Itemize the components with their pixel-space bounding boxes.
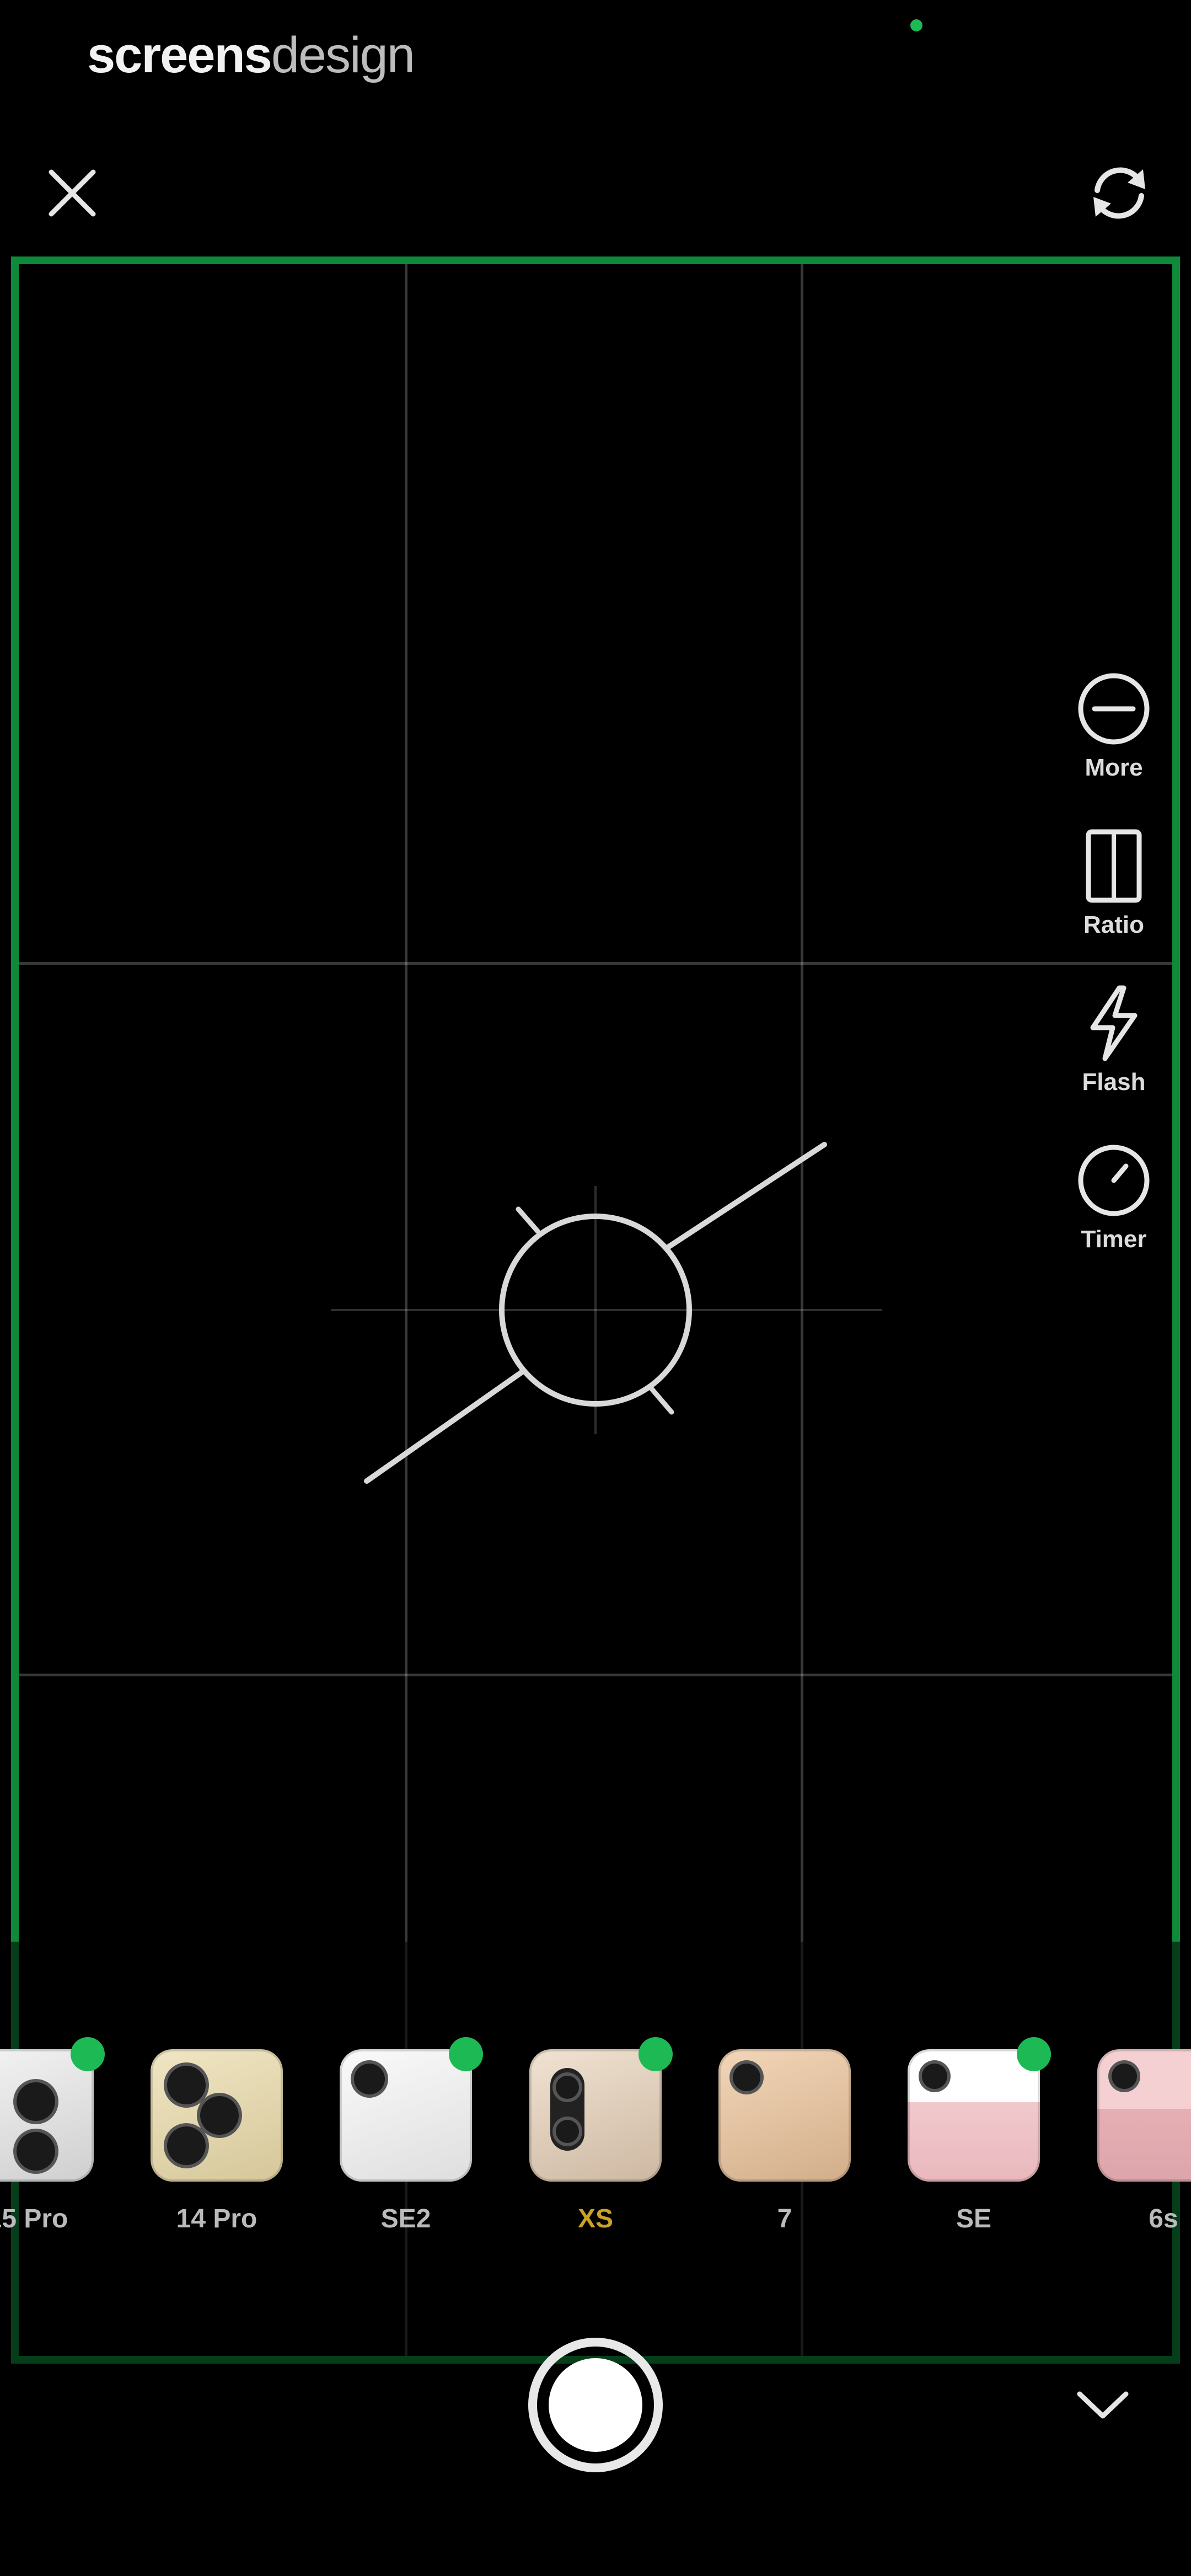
shutter-inner <box>549 2358 642 2452</box>
grid-line <box>19 962 1172 965</box>
new-badge <box>449 2037 483 2071</box>
chevron-down-icon <box>1077 2391 1129 2419</box>
close-button[interactable] <box>31 152 114 234</box>
device-item-7[interactable]: 7 <box>718 2049 851 2234</box>
side-tool-label: More <box>1085 754 1143 781</box>
shutter-button[interactable] <box>528 2338 663 2472</box>
close-icon <box>49 169 96 217</box>
device-item-15-pro[interactable]: 15 Pro <box>0 2037 105 2234</box>
side-tool-label: Timer <box>1081 1226 1147 1253</box>
device-name: 14 Pro <box>176 2204 257 2233</box>
level-indicator <box>331 1103 882 1533</box>
device-item-xs[interactable]: XS <box>529 2037 673 2234</box>
new-badge <box>71 2037 105 2071</box>
side-tool-ratio[interactable]: Ratio <box>1064 827 1163 939</box>
side-tool-label: Flash <box>1082 1068 1146 1095</box>
collapse-button[interactable] <box>1064 2366 1141 2444</box>
device-thumbnail <box>1097 2049 1191 2182</box>
device-item-se[interactable]: SE <box>908 2037 1051 2234</box>
rotate-camera-icon <box>1093 167 1145 219</box>
grid-line <box>19 1674 1172 1676</box>
flash-icon <box>1090 985 1138 1061</box>
device-thumbnail <box>718 2049 851 2182</box>
device-item-6s[interactable]: 6s <box>1097 2049 1191 2234</box>
device-name: 7 <box>777 2204 792 2233</box>
device-item-se2[interactable]: SE2 <box>340 2037 483 2234</box>
side-tool-label: Ratio <box>1083 911 1144 938</box>
side-tool-flash[interactable]: Flash <box>1064 985 1163 1096</box>
new-badge <box>1017 2037 1051 2071</box>
watermark-part1: screens <box>87 27 272 83</box>
ratio-icon <box>1086 829 1142 903</box>
device-thumbnail <box>908 2049 1040 2182</box>
watermark: screensdesign <box>87 26 415 84</box>
device-name: 15 Pro <box>0 2204 68 2233</box>
device-thumbnail <box>151 2049 283 2182</box>
device-name: SE <box>956 2204 992 2233</box>
new-badge <box>639 2037 673 2071</box>
more-icon <box>1078 673 1150 745</box>
status-dot <box>910 19 922 31</box>
device-name: SE2 <box>380 2204 431 2233</box>
side-tool-more[interactable]: More <box>1064 670 1163 782</box>
watermark-part2: design <box>271 27 415 83</box>
flip-camera-button[interactable] <box>1078 152 1161 234</box>
device-thumbnail <box>340 2049 472 2182</box>
device-name: XS <box>577 2204 614 2233</box>
device-item-14-pro[interactable]: 14 Pro <box>151 2049 283 2234</box>
timer-icon <box>1078 1145 1150 1216</box>
device-name: 6s <box>1149 2204 1178 2233</box>
side-tool-timer[interactable]: Timer <box>1064 1142 1163 1253</box>
device-thumbnail <box>529 2049 662 2182</box>
